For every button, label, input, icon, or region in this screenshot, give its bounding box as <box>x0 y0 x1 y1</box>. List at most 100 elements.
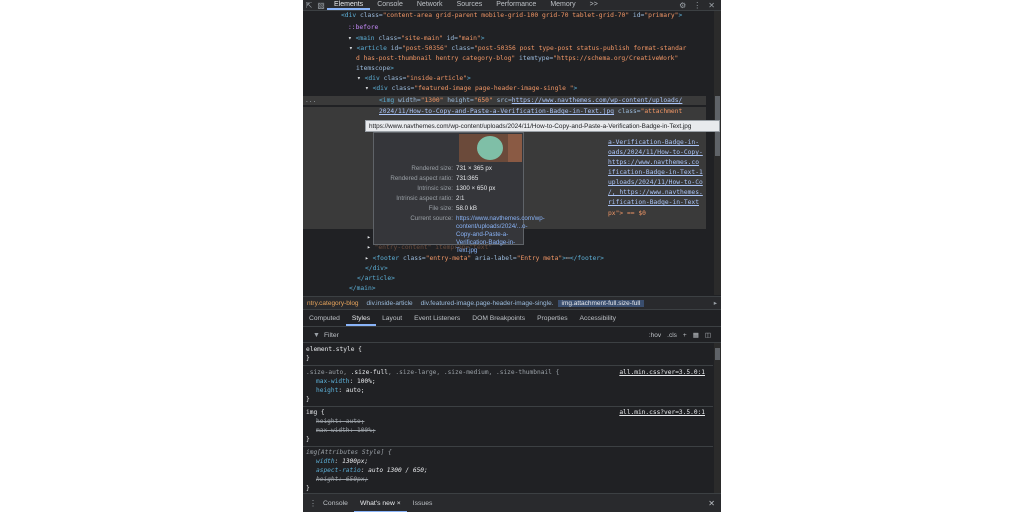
hov-toggle[interactable]: :hov <box>649 332 661 339</box>
styles-pane: element.style { } .size-auto, .size-full… <box>303 343 713 493</box>
rule-img-selector[interactable]: img { <box>306 409 325 417</box>
drawer-tab-issues[interactable]: Issues <box>407 494 439 512</box>
styles-panel-tabs: Computed Styles Layout Event Listeners D… <box>303 312 721 327</box>
style-prop-max-width[interactable]: max-width: 100%; <box>316 378 376 386</box>
expand-arrow-icon[interactable]: ▾ <box>357 75 361 82</box>
dom-srcset-3[interactable]: https://www.navthemes.co <box>608 158 699 167</box>
expand-arrow-icon[interactable]: ▾ <box>349 45 353 52</box>
rule-close: } <box>306 485 310 492</box>
dom-close-div[interactable]: </div> <box>365 264 388 273</box>
close-tab-icon[interactable]: × <box>397 500 401 507</box>
dom-node-div-primary[interactable]: <div class="content-area grid-parent mob… <box>341 11 682 20</box>
divider <box>303 406 713 407</box>
dom-srcset-7[interactable]: rification-Badge-in-Text <box>608 198 699 207</box>
tab-console[interactable]: Console <box>370 0 410 10</box>
drawer-tab-whats-new[interactable]: What's new × <box>353 494 407 512</box>
tab-properties[interactable]: Properties <box>531 312 573 326</box>
breadcrumb-item-inside-article[interactable]: div.inside-article <box>363 300 417 307</box>
styles-scrollbar-thumb[interactable] <box>715 348 720 360</box>
close-icon[interactable]: ✕ <box>708 1 715 10</box>
styles-filter-bar: ▼ Filter :hov .cls + ▦ ◫ <box>303 328 721 343</box>
dom-node-main[interactable]: ▾ <main class="site-main" id="main"> <box>348 34 485 43</box>
dom-node-article-cont: d has-post-thumbnail hentry category-blo… <box>356 55 679 62</box>
drawer-close-icon[interactable]: ✕ <box>708 499 721 508</box>
settings-icon[interactable]: ⚙ <box>679 1 686 10</box>
filter-input[interactable]: Filter <box>324 332 339 339</box>
drawer-tab-console[interactable]: Console <box>317 494 354 512</box>
dom-node-img-line2[interactable]: 2024/11/How-to-Copy-and-Paste-a-Verifica… <box>379 107 682 116</box>
dom-srcset-5[interactable]: uploads/2024/11/How-to-Co <box>608 178 703 187</box>
tab-event-listeners[interactable]: Event Listeners <box>408 312 466 326</box>
rule-source-link[interactable]: all.min.css?ver=3.5.0:1 <box>619 409 705 417</box>
dom-close-main[interactable]: </main> <box>349 284 376 293</box>
dom-srcset-2[interactable]: oads/2024/11/How-to-Copy- <box>608 148 703 157</box>
more-tabs-chevron[interactable]: >> <box>583 0 605 10</box>
tab-performance[interactable]: Performance <box>489 0 543 10</box>
dom-srcset-1[interactable]: a-Verification-Badge-in- <box>608 138 699 147</box>
rule-size-full-selector[interactable]: .size-auto, .size-full, .size-large, .si… <box>306 369 559 377</box>
dom-node-footer[interactable]: ▸ <footer class="entry-meta" aria-label=… <box>365 254 604 263</box>
rule-close: } <box>306 355 310 362</box>
tab-styles[interactable]: Styles <box>345 312 377 326</box>
dom-srcset-4[interactable]: ification-Badge-in-Text-1 <box>608 168 703 177</box>
dom-node-article[interactable]: ▾ <article id="post-50356" class="post-5… <box>349 44 686 53</box>
expand-arrow-icon[interactable]: ▾ <box>365 85 369 92</box>
device-toggle-icon[interactable]: ▧ <box>315 1 327 10</box>
breadcrumb-item-article[interactable]: ntry.category-blog <box>303 300 363 307</box>
dom-node-article-itemscope: itemscope> <box>356 65 394 72</box>
filter-icon: ▼ <box>313 331 320 339</box>
drawer-bar: ⋮ Console What's new × Issues ✕ <box>303 493 721 512</box>
cls-toggle[interactable]: .cls <box>667 332 677 339</box>
element-style-selector[interactable]: element.style { <box>306 346 362 354</box>
breadcrumb: ntry.category-blog div.inside-article di… <box>303 296 721 310</box>
dom-node-collapsed-1[interactable]: ▸ <box>367 233 371 242</box>
dom-node-inside-article[interactable]: ▾ <div class="inside-article"> <box>357 74 471 83</box>
rule-close: } <box>306 436 310 443</box>
expand-arrow-icon[interactable]: ▾ <box>348 35 352 42</box>
tab-layout[interactable]: Layout <box>376 312 408 326</box>
style-prop-height-overridden[interactable]: height: auto; <box>316 418 364 426</box>
devtools-top-bar: ⇱ ▧ Elements Console Network Sources Per… <box>303 0 721 11</box>
dom-node-before[interactable]: ::before <box>348 23 378 32</box>
more-icon[interactable]: ⋮ <box>693 1 701 10</box>
dom-scrollbar[interactable] <box>714 11 721 295</box>
style-prop-max-width-overridden[interactable]: max-width: 100%; <box>316 427 376 435</box>
rule-source-link[interactable]: all.min.css?ver=3.5.0:1 <box>619 369 705 377</box>
collapse-arrow-icon[interactable]: ▸ <box>365 255 369 262</box>
style-prop-height-overridden[interactable]: height: 650px; <box>316 476 368 484</box>
dom-srcset-end: px"> == $0 <box>608 210 646 217</box>
inspect-icon[interactable]: ⇱ <box>303 1 315 10</box>
devtools-panel: ⇱ ▧ Elements Console Network Sources Per… <box>303 0 721 512</box>
rule-attributes-style-selector[interactable]: img[Attributes Style] { <box>306 449 392 457</box>
styles-scrollbar[interactable] <box>714 343 721 493</box>
sidebar-toggle-icon[interactable]: ◫ <box>705 331 711 339</box>
style-prop-aspect-ratio[interactable]: aspect-ratio: auto 1300 / 650; <box>316 467 428 475</box>
dom-node-img-line1[interactable]: <img width="1300" height="650" src=https… <box>379 96 682 105</box>
style-prop-width[interactable]: width: 1300px; <box>316 458 368 466</box>
drawer-menu-icon[interactable]: ⋮ <box>309 499 317 508</box>
chevron-right-icon[interactable]: ▸ <box>714 299 721 307</box>
tab-elements[interactable]: Elements <box>327 0 371 10</box>
breadcrumb-item-img[interactable]: img.attachment-full.size-full <box>557 299 645 307</box>
verification-badge-icon <box>477 136 503 160</box>
tab-network[interactable]: Network <box>410 0 450 10</box>
image-thumbnail <box>459 134 522 162</box>
url-tooltip: https://www.navthemes.com/wp-content/upl… <box>365 120 720 132</box>
style-prop-height[interactable]: height: auto; <box>316 387 364 395</box>
divider <box>303 365 713 366</box>
image-preview-popover: Rendered size: 731 × 365 px Rendered asp… <box>373 132 545 254</box>
dom-node-featured-image[interactable]: ▾ <div class="featured-image page-header… <box>365 84 577 93</box>
rule-close: } <box>306 396 310 403</box>
collapse-arrow-icon[interactable]: ▸ <box>367 234 371 241</box>
tab-memory[interactable]: Memory <box>543 0 582 10</box>
tab-computed[interactable]: Computed <box>303 312 346 326</box>
tab-sources[interactable]: Sources <box>450 0 490 10</box>
paint-icon[interactable]: ▦ <box>693 331 699 339</box>
dom-close-article[interactable]: </article> <box>357 274 395 283</box>
add-rule-icon[interactable]: + <box>683 332 687 339</box>
collapse-arrow-icon[interactable]: ▸ <box>367 244 371 251</box>
breadcrumb-item-featured-image[interactable]: div.featured-image.page-header-image-sin… <box>417 300 558 307</box>
tab-accessibility[interactable]: Accessibility <box>574 312 622 326</box>
tab-dom-breakpoints[interactable]: DOM Breakpoints <box>466 312 531 326</box>
dom-srcset-6[interactable]: /, https://www.navthemes. <box>608 188 703 197</box>
